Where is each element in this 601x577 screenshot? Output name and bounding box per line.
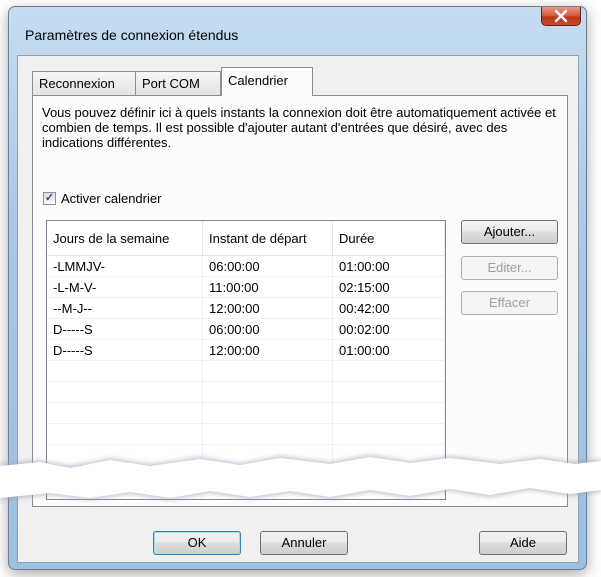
cell-duration: 00:02:00 [332, 318, 445, 340]
cell-duration: 00:42:00 [332, 297, 445, 319]
column-header-days[interactable]: Jours de la semaine [47, 221, 203, 256]
tab-label: Reconnexion [39, 76, 115, 91]
edit-button[interactable]: Editer... [461, 256, 558, 280]
cancel-button[interactable]: Annuler [260, 531, 348, 555]
cell-start: 11:00:00 [202, 276, 333, 298]
close-icon [554, 9, 568, 23]
tab-label: Port COM [142, 76, 200, 91]
torn-edge-overlay [0, 455, 601, 500]
cell-start: 12:00:00 [202, 297, 333, 319]
tab-label: Calendrier [228, 73, 288, 88]
table-row[interactable]: -L-M-V- 11:00:00 02:15:00 [47, 276, 445, 298]
dialog-title: Paramètres de connexion étendus [25, 27, 239, 43]
table-row[interactable]: --M-J-- 12:00:00 00:42:00 [47, 297, 445, 319]
cell-duration: 01:00:00 [332, 255, 445, 277]
enable-calendar-checkbox[interactable]: ✓ [43, 192, 56, 205]
empty-row [47, 402, 445, 424]
cell-days: --M-J-- [47, 297, 203, 319]
enable-calendar-label[interactable]: Activer calendrier [61, 191, 161, 206]
cell-start: 12:00:00 [202, 339, 333, 361]
column-header-start[interactable]: Instant de départ [202, 221, 333, 256]
tab-calendrier[interactable]: Calendrier [221, 67, 313, 96]
delete-button[interactable]: Effacer [461, 291, 558, 315]
table-row[interactable]: D-----S 12:00:00 01:00:00 [47, 339, 445, 361]
close-button[interactable] [541, 7, 581, 26]
table-row[interactable]: -LMMJV- 06:00:00 01:00:00 [47, 255, 445, 277]
add-button[interactable]: Ajouter... [461, 220, 558, 244]
tab-reconnexion[interactable]: Reconnexion [32, 71, 136, 95]
cell-days: -L-M-V- [47, 276, 203, 298]
enable-calendar-row: ✓ Activer calendrier [43, 191, 161, 206]
column-header-duration[interactable]: Durée [332, 221, 445, 256]
table-row[interactable]: D-----S 06:00:00 00:02:00 [47, 318, 445, 340]
ok-button[interactable]: OK [153, 531, 241, 555]
cell-start: 06:00:00 [202, 318, 333, 340]
tab-port-com[interactable]: Port COM [135, 71, 221, 95]
cell-duration: 01:00:00 [332, 339, 445, 361]
cell-days: D-----S [47, 339, 203, 361]
cell-start: 06:00:00 [202, 255, 333, 277]
calendar-description: Vous pouvez définir ici à quels instants… [42, 105, 556, 150]
empty-row [47, 381, 445, 403]
schedule-header-row: Jours de la semaine Instant de départ Du… [47, 221, 445, 256]
cell-days: -LMMJV- [47, 255, 203, 277]
cell-days: D-----S [47, 318, 203, 340]
empty-row [47, 360, 445, 382]
cell-duration: 02:15:00 [332, 276, 445, 298]
checkmark-icon: ✓ [44, 192, 55, 204]
help-button[interactable]: Aide [479, 531, 567, 555]
